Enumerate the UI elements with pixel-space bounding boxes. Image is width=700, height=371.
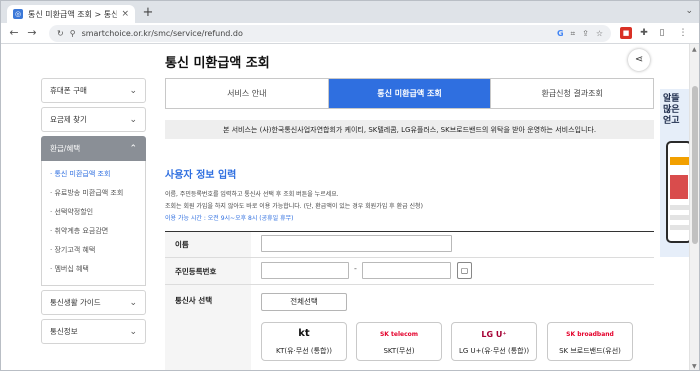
bookmark-star-icon[interactable]: ☆ xyxy=(596,29,603,38)
rrn-front-input[interactable] xyxy=(261,262,349,279)
browser-window: ◎ 통신 미환급액 조회 > 통신 미환급 × + ⌄ ← → ↻ ⚲ smar… xyxy=(0,0,700,371)
sidebar-item-label: 통신생활 가이드 xyxy=(50,298,101,307)
chevron-down-icon: ⌄ xyxy=(129,297,137,308)
side-panel-icon[interactable]: ▯ xyxy=(656,27,668,39)
share-icon[interactable]: ⋖ xyxy=(628,49,650,71)
service-notice: 본 서비스는 (사)한국통신사업자연합회가 케이티, SK텔레콤, LG유플러스… xyxy=(165,120,654,139)
phone-illustration xyxy=(666,141,689,243)
translate-icon[interactable]: ⌗ xyxy=(571,29,576,39)
name-label: 이름 xyxy=(175,240,189,249)
scroll-down-icon[interactable]: ▼ xyxy=(692,363,697,370)
tab-service-info[interactable]: 서비스 안내 xyxy=(166,79,328,108)
carrier-name: SK 브로드밴드(유선) xyxy=(559,347,621,355)
instruction-text: 조회는 회원 가입을 하지 않아도 바로 이용 가능합니다. (단, 환급액이 … xyxy=(165,203,423,210)
carrier-name: SKT(무선) xyxy=(383,347,415,355)
mouse-keypad-icon[interactable]: ▢ xyxy=(457,262,472,279)
lgu-logo: LG U⁺ xyxy=(481,330,507,339)
ad-text: 알뜰 많은 얻고 xyxy=(663,94,680,126)
row-divider xyxy=(165,257,654,258)
chevron-down-icon: ⌄ xyxy=(129,326,137,337)
site-favicon-icon: ◎ xyxy=(13,9,23,19)
scrollbar-thumb[interactable] xyxy=(692,86,698,244)
rrn-back-input[interactable] xyxy=(362,262,451,279)
select-all-button[interactable]: 전체선택 xyxy=(261,293,347,311)
browser-toolbar: ← → ↻ ⚲ smartchoice.or.kr/smc/service/re… xyxy=(1,23,699,44)
forward-icon[interactable]: → xyxy=(25,26,39,40)
instruction-text: 이름, 주민등록번호를 입력하고 통신사 선택 후 조회 버튼을 누르세요. xyxy=(165,191,339,198)
submenu-paytv-refund[interactable]: · 유료방송 미환급액 조회 xyxy=(42,184,145,203)
chevron-down-icon: ⌄ xyxy=(129,85,137,96)
new-tab-icon[interactable]: + xyxy=(141,6,155,20)
carrier-lgu-button[interactable]: LG U⁺ LG U+(유·무선 (통합)) xyxy=(451,322,537,361)
tab-title: 통신 미환급액 조회 > 통신 미환급 xyxy=(28,9,118,19)
sidebar-item-label: 환급/혜택 xyxy=(50,144,81,153)
sidebar-item-telecom-guide[interactable]: 통신생활 가이드 ⌄ xyxy=(41,290,146,315)
share-icon[interactable]: ⇪ xyxy=(582,29,589,38)
carrier-name: LG U+(유·무선 (통합)) xyxy=(458,347,530,355)
site-info-icon[interactable]: ⚲ xyxy=(70,29,76,38)
sidebar-submenu: · 통신 미환급액 조회 · 유료방송 미환급액 조회 · 선택약정할인 · 취… xyxy=(41,161,146,286)
phone-image xyxy=(670,175,688,199)
kt-logo: kt xyxy=(298,328,310,339)
submenu-telecom-refund[interactable]: · 통신 미환급액 조회 xyxy=(42,165,145,184)
sidebar-item-plan-search[interactable]: 요금제 찾기 ⌄ xyxy=(41,107,146,132)
sidebar-item-label: 통신정보 xyxy=(50,327,78,336)
chevron-down-icon: ⌄ xyxy=(129,114,137,125)
service-hours-text: 이용 가능 시간 : 오전 9시~오후 8시 (공휴일 휴무) xyxy=(165,215,294,222)
skb-logo: SK broadband xyxy=(566,331,614,338)
phone-bar xyxy=(670,157,689,165)
rrn-label: 주민등록번호 xyxy=(175,267,217,276)
sidebar-item-label: 요금제 찾기 xyxy=(50,115,87,124)
phone-row xyxy=(670,215,689,220)
google-lens-icon[interactable]: G xyxy=(557,29,564,38)
back-icon[interactable]: ← xyxy=(7,26,21,40)
url-text[interactable]: smartchoice.or.kr/smc/service/refund.do xyxy=(82,29,550,38)
phone-row xyxy=(670,205,689,210)
extensions-puzzle-icon[interactable]: ✚ xyxy=(638,27,650,39)
tab-refund-inquiry[interactable]: 통신 미환급액 조회 xyxy=(327,79,491,108)
extension-red-icon[interactable]: ■ xyxy=(620,27,632,39)
page-scrollbar[interactable]: ▲ ▼ xyxy=(689,44,699,370)
sidebar-item-telecom-info[interactable]: 통신정보 ⌄ xyxy=(41,319,146,344)
sidebar-item-refund-benefits[interactable]: 환급/혜택 ⌃ xyxy=(41,136,146,161)
sidebar: 휴대폰 구매 ⌄ 요금제 찾기 ⌄ 환급/혜택 ⌃ · 통신 미환급액 조회 ·… xyxy=(41,78,146,348)
page-title: 통신 미환급액 조회 xyxy=(165,56,270,71)
sidebar-item-phone-purchase[interactable]: 휴대폰 구매 ⌄ xyxy=(41,78,146,103)
carrier-skb-button[interactable]: SK broadband SK 브로드밴드(유선) xyxy=(547,322,633,361)
carrier-name: KT(유·무선 (통합)) xyxy=(276,347,332,355)
submenu-membership-benefit[interactable]: · 멤버십 혜택 xyxy=(42,260,145,279)
row-divider xyxy=(165,284,654,285)
submenu-longterm-benefit[interactable]: · 장기고객 혜택 xyxy=(42,241,145,260)
tab-search-icon[interactable]: ⌄ xyxy=(685,6,693,16)
carrier-label: 통신사 선택 xyxy=(175,296,213,305)
carrier-kt-button[interactable]: kt KT(유·무선 (통합)) xyxy=(261,322,347,361)
phone-row xyxy=(670,225,689,230)
browser-tab[interactable]: ◎ 통신 미환급액 조회 > 통신 미환급 × xyxy=(7,5,135,23)
tab-refund-result[interactable]: 환급신청 결과조회 xyxy=(490,79,654,108)
carrier-skt-button[interactable]: SK telecom SKT(무선) xyxy=(356,322,442,361)
scroll-up-icon[interactable]: ▲ xyxy=(692,46,697,53)
page-tabs: 서비스 안내 통신 미환급액 조회 환급신청 결과조회 xyxy=(165,78,654,109)
rrn-dash: - xyxy=(354,264,357,273)
more-menu-icon[interactable]: ⋮ xyxy=(677,27,689,39)
chevron-up-icon: ⌃ xyxy=(129,143,137,154)
submenu-vulnerable-discount[interactable]: · 취약계층 요금감면 xyxy=(42,222,145,241)
page-content: 통신 미환급액 조회 ⋖ 휴대폰 구매 ⌄ 요금제 찾기 ⌄ 환급/혜택 ⌃ ·… xyxy=(1,44,689,370)
address-bar[interactable]: ↻ ⚲ smartchoice.or.kr/smc/service/refund… xyxy=(49,25,611,42)
tab-close-icon[interactable]: × xyxy=(121,9,129,19)
section-title: 사용자 정보 입력 xyxy=(165,170,237,181)
reload-icon[interactable]: ↻ xyxy=(57,29,64,38)
skt-logo: SK telecom xyxy=(379,331,419,338)
submenu-selective-discount[interactable]: · 선택약정할인 xyxy=(42,203,145,222)
ad-banner[interactable]: 알뜰 많은 얻고 xyxy=(660,89,689,257)
name-input[interactable] xyxy=(261,235,452,252)
tab-strip: ◎ 통신 미환급액 조회 > 통신 미환급 × + ⌄ xyxy=(1,1,699,23)
sidebar-item-label: 휴대폰 구매 xyxy=(50,86,87,95)
